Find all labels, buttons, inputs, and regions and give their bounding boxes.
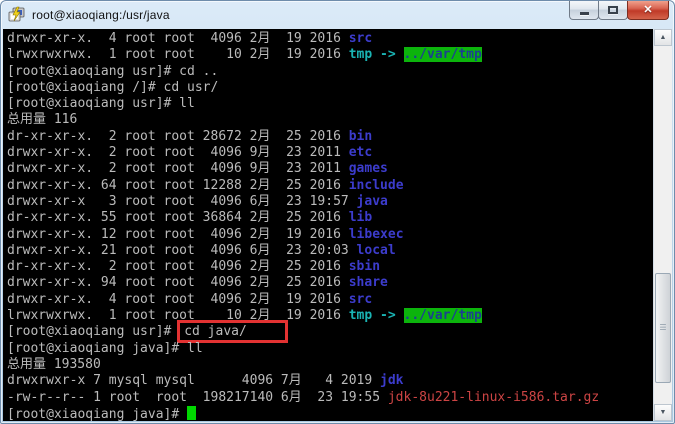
terminal-text: drwxr-xr-x. 4 root root 4096 2月 19 2016	[7, 31, 349, 46]
scroll-down-button[interactable]: ▼	[654, 404, 672, 421]
terminal-text: drwxr-xr-x. 4 root root 4096 2月 19 2016	[7, 291, 349, 307]
terminal-text: -rw-r--r-- 1 root root 198217140 6月 23 1…	[7, 389, 388, 405]
putty-terminal-icon	[8, 6, 25, 21]
terminal-line: drwxr-xr-x. 2 root root 4096 9月 23 2011 …	[7, 145, 653, 161]
terminal-line: [root@xiaoqiang usr]# cd java/	[7, 320, 653, 344]
terminal-text: drwxr-xr-x. 12 root root 4096 2月 19 2016	[7, 226, 349, 242]
terminal-text: lib	[348, 210, 373, 226]
terminal-line: dr-xr-xr-x. 2 root root 4096 2月 25 2016 …	[7, 259, 653, 275]
titlebar[interactable]: root@xiaoqiang:/usr/java ✕	[0, 0, 675, 29]
terminal-line: [root@xiaoqiang usr]# cd ..	[7, 64, 653, 80]
terminal-text: share	[348, 275, 388, 291]
terminal-line: dr-xr-xr-x. 2 root root 28672 2月 25 2016…	[7, 129, 653, 145]
terminal-line: dr-xr-xr-x. 55 root root 36864 2月 25 201…	[7, 210, 653, 226]
terminal-text: etc	[348, 145, 373, 161]
scrollbar-grip-icon: ☰	[659, 323, 667, 332]
terminal-line: drwxrwxr-x 7 mysql mysql 4096 7月 4 2019 …	[7, 373, 653, 389]
terminal-text: dr-xr-xr-x. 55 root root 36864 2月 25 201…	[7, 210, 349, 226]
terminal-line: drwxr-xr-x. 2 root root 4096 9月 23 2011 …	[7, 161, 653, 177]
terminal-text: 总用量 116	[7, 112, 78, 128]
terminal-line: drwxr-xr-x. 21 root root 4096 6月 23 20:0…	[7, 243, 653, 259]
putty-window: root@xiaoqiang:/usr/java ✕ drwxr-xr-x. 4…	[0, 0, 675, 424]
terminal-line: drwxr-xr-x 3 root root 4096 6月 23 19:57 …	[7, 194, 653, 210]
terminal-text: drwxr-xr-x. 2 root root 4096 9月 23 2011	[7, 161, 349, 177]
terminal-text: lrwxrwxrwx. 1 root root 10 2月 19 2016	[7, 47, 349, 63]
terminal-text: drwxr-xr-x. 94 root root 4096 2月 25 2016	[7, 275, 349, 291]
terminal-text: bin	[348, 128, 373, 144]
terminal-output[interactable]: drwxr-xr-x. 4 root root 4096 2月 19 2016 …	[3, 29, 653, 421]
terminal-text: [root@xiaoqiang java]# ll	[7, 340, 203, 356]
terminal-line: drwxr-xr-x. 4 root root 4096 2月 19 2016 …	[7, 292, 653, 308]
terminal-line: [root@xiaoqiang /]# cd usr/	[7, 80, 653, 96]
terminal-line: drwxr-xr-x. 64 root root 12288 2月 25 201…	[7, 178, 653, 194]
scrollbar-thumb[interactable]: ☰	[655, 273, 671, 383]
minimize-button[interactable]	[569, 1, 599, 20]
terminal-line: [root@xiaoqiang usr]# ll	[7, 96, 653, 112]
terminal-line: drwxr-xr-x. 12 root root 4096 2月 19 2016…	[7, 227, 653, 243]
minimize-icon	[579, 11, 589, 15]
terminal-line: 总用量 193580	[7, 357, 653, 373]
terminal-text: drwxr-xr-x 3 root root 4096 6月 23 19:57	[7, 193, 357, 209]
terminal-text: 总用量 193580	[7, 356, 101, 372]
terminal-text: [root@xiaoqiang usr]# ll	[7, 96, 195, 112]
terminal-line: drwxr-xr-x. 4 root root 4096 2月 19 2016 …	[7, 31, 653, 47]
terminal-text: java	[356, 193, 388, 209]
terminal-text: ../var/tmp	[403, 308, 482, 324]
terminal-line: [root@xiaoqiang java]# ll	[7, 341, 653, 357]
terminal-text: dr-xr-xr-x. 2 root root 4096 2月 25 2016	[7, 259, 349, 275]
maximize-button[interactable]	[598, 1, 628, 20]
terminal-line: [root@xiaoqiang java]#	[7, 405, 653, 421]
terminal-text: [root@xiaoqiang java]#	[7, 406, 188, 421]
terminal-line: lrwxrwxrwx. 1 root root 10 2月 19 2016 tm…	[7, 47, 653, 63]
terminal-text: drwxr-xr-x. 21 root root 4096 6月 23 20:0…	[7, 242, 357, 258]
terminal-text: [root@xiaoqiang /]# cd usr/	[7, 79, 219, 95]
terminal-text: drwxr-xr-x. 64 root root 12288 2月 25 201…	[7, 177, 349, 193]
scrollbar[interactable]: ▲ ☰ ▼	[653, 29, 672, 421]
close-button[interactable]: ✕	[627, 1, 669, 20]
close-icon: ✕	[643, 3, 653, 16]
caption-buttons: ✕	[569, 1, 669, 20]
window-title: root@xiaoqiang:/usr/java	[32, 7, 170, 22]
terminal-text: games	[348, 161, 388, 177]
terminal-line: lrwxrwxrwx. 1 root root 10 2月 19 2016 tm…	[7, 308, 653, 324]
terminal-line: 总用量 116	[7, 112, 653, 128]
terminal-text: tmp ->	[348, 47, 404, 63]
scroll-up-icon: ▲	[659, 34, 667, 41]
scroll-up-button[interactable]: ▲	[654, 29, 672, 46]
terminal-text: jdk	[380, 373, 404, 389]
terminal-text: drwxrwxr-x 7 mysql mysql 4096 7月 4 2019	[7, 373, 381, 389]
terminal-text: ../var/tmp	[403, 47, 482, 63]
terminal-text: dr-xr-xr-x. 2 root root 28672 2月 25 2016	[7, 128, 349, 144]
terminal-text: tmp ->	[348, 308, 404, 324]
terminal-text: [root@xiaoqiang usr]#	[7, 324, 180, 340]
scroll-down-icon: ▼	[659, 409, 667, 416]
terminal-line: drwxr-xr-x. 94 root root 4096 2月 25 2016…	[7, 275, 653, 291]
terminal-text: src	[348, 31, 373, 46]
terminal-text: local	[356, 242, 396, 258]
terminal-text: include	[348, 177, 404, 193]
maximize-icon	[608, 6, 618, 14]
terminal-line: -rw-r--r-- 1 root root 198217140 6月 23 1…	[7, 390, 653, 406]
terminal-text: [root@xiaoqiang usr]# cd ..	[7, 63, 219, 79]
terminal-text: jdk-8u221-linux-i586.tar.gz	[387, 389, 600, 405]
terminal-text: drwxr-xr-x. 2 root root 4096 9月 23 2011	[7, 145, 349, 161]
terminal-cursor	[187, 405, 197, 420]
terminal-text: libexec	[348, 226, 404, 242]
client-area: drwxr-xr-x. 4 root root 4096 2月 19 2016 …	[3, 29, 672, 421]
terminal-text: sbin	[348, 259, 381, 275]
terminal-text: src	[348, 291, 373, 307]
